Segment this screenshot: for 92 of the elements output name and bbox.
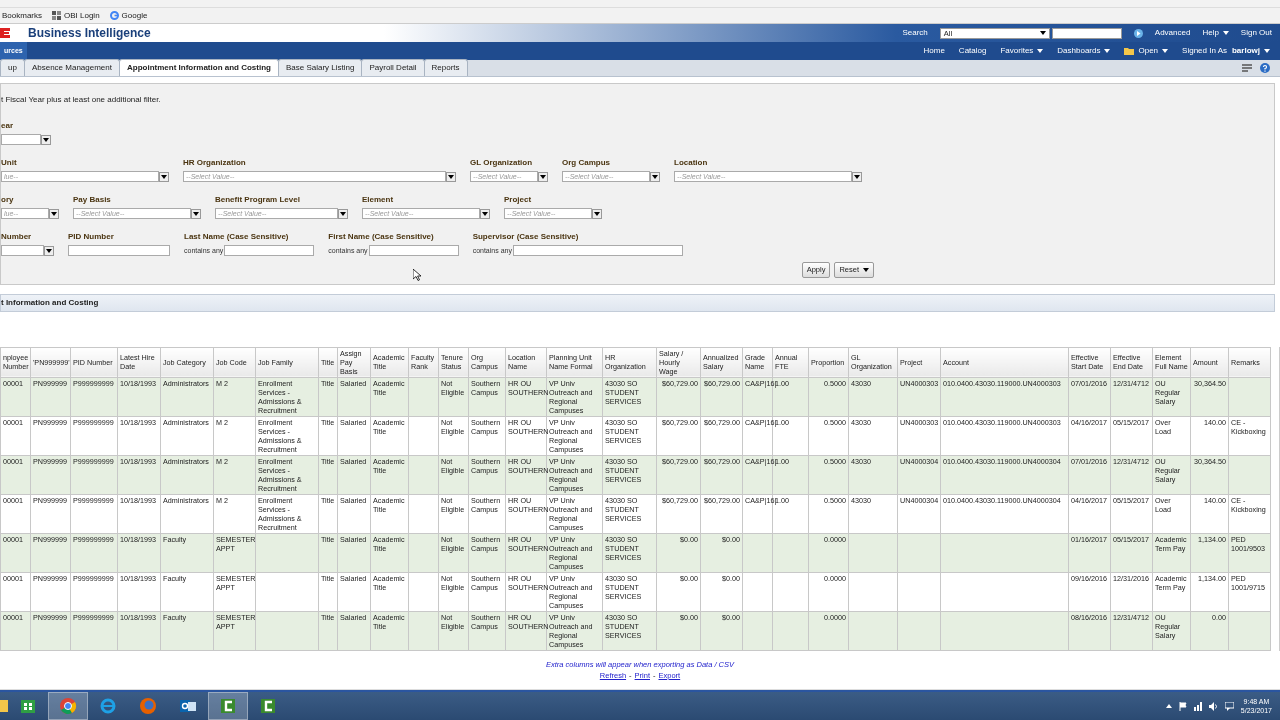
dropdown-button[interactable] <box>159 171 169 182</box>
firefox-icon <box>138 696 158 716</box>
cursor-icon <box>413 269 421 282</box>
recorder-icon <box>258 696 278 716</box>
nav-link[interactable]: Open <box>1124 45 1169 58</box>
browser-icon <box>98 696 118 716</box>
flag-icon <box>1178 701 1187 711</box>
dashboard-tab[interactable]: Absence Management <box>23 59 120 77</box>
header-link[interactable]: Help <box>1202 27 1229 40</box>
dropdown-button[interactable] <box>538 171 548 182</box>
app-title: Business Intelligence <box>28 25 151 43</box>
dropdown-button[interactable] <box>44 245 54 256</box>
caret-icon <box>652 174 658 179</box>
header-link[interactable]: Advanced <box>1154 27 1191 40</box>
filter-label: ear <box>1 120 14 133</box>
chrome-icon <box>58 696 78 716</box>
speaker-icon <box>1208 701 1218 711</box>
filter-label: Location <box>674 157 709 170</box>
nav-link[interactable]: Signed In As <box>1182 45 1227 58</box>
caret-icon <box>161 174 167 179</box>
nav-link[interactable]: Dashboards <box>1057 45 1111 58</box>
help-icon <box>1260 63 1270 74</box>
caret-icon <box>1264 49 1270 54</box>
caret-icon <box>854 174 860 179</box>
dropdown-button[interactable] <box>592 208 602 219</box>
dropdown-button[interactable] <box>446 171 456 182</box>
dropdown-button[interactable] <box>41 134 51 145</box>
bookmark-link[interactable]: OBI Login <box>64 9 100 22</box>
filter-label: PID Number <box>68 231 115 244</box>
grid-icon <box>52 11 61 21</box>
caret-icon <box>1039 31 1046 36</box>
dropdown-button[interactable] <box>191 208 201 219</box>
tray-arrow-icon <box>1165 704 1172 708</box>
filter-label: Pay Basis <box>73 194 112 207</box>
bookmark-link[interactable]: Google <box>121 9 148 22</box>
filter-label: Org Campus <box>562 157 611 170</box>
filter-label: Supervisor (Case Sensitive) <box>472 231 580 244</box>
filter-label: ory <box>1 194 15 207</box>
go-icon <box>1133 28 1143 38</box>
filter-label: Unit <box>1 157 18 170</box>
caret-icon <box>448 174 454 179</box>
dropdown-button[interactable] <box>480 208 490 219</box>
caret-icon <box>193 211 199 216</box>
dashboard-tab[interactable]: Reports <box>423 59 468 77</box>
header-link[interactable]: Sign Out <box>1240 27 1272 40</box>
dashboard-tab[interactable]: Base Salary Listing <box>277 59 363 77</box>
search-field[interactable] <box>1051 27 1122 39</box>
search-label: Search <box>902 27 928 40</box>
nav-link[interactable]: Favorites <box>1000 45 1044 58</box>
filter-label: HR Organization <box>183 157 247 170</box>
network-icon <box>1193 701 1202 711</box>
select-field[interactable] <box>1 245 44 257</box>
caret-icon <box>594 211 600 216</box>
chat-icon <box>1224 701 1234 711</box>
list-icon <box>1242 63 1252 73</box>
google-icon <box>109 11 119 21</box>
dropdown-button[interactable] <box>49 208 59 219</box>
bookmark-link[interactable]: Bookmarks <box>2 9 42 22</box>
folder-icon <box>0 698 8 714</box>
dashboard-tab[interactable]: Payroll Detail <box>361 59 425 77</box>
caret-icon <box>46 248 52 253</box>
caret-icon <box>340 211 346 216</box>
caret-icon <box>43 137 49 142</box>
caret-icon <box>540 174 546 179</box>
nav-link[interactable]: Catalog <box>958 45 987 58</box>
dropdown-button[interactable] <box>852 171 862 182</box>
dropdown-button[interactable] <box>650 171 660 182</box>
filter-label: Element <box>362 194 395 207</box>
user-menu[interactable]: barlowj <box>1232 45 1270 58</box>
recorder-icon <box>218 696 238 716</box>
dashboard-tab[interactable]: up <box>0 59 25 77</box>
caret-icon <box>482 211 488 216</box>
input-field[interactable] <box>368 245 459 257</box>
caret-icon <box>51 211 57 216</box>
dashboard-tab[interactable]: Appointment Information and Costing <box>118 59 279 77</box>
filter-label: Last Name (Case Sensitive) <box>184 231 290 244</box>
input-field[interactable] <box>68 245 170 257</box>
input-field[interactable] <box>512 245 683 257</box>
select-field[interactable] <box>1 134 41 146</box>
section-header: t Information and Costing <box>0 293 1275 312</box>
nav-link[interactable]: Home <box>923 45 945 58</box>
logo-icon <box>0 28 10 39</box>
input-field[interactable] <box>224 245 315 257</box>
folder-icon <box>1124 47 1135 56</box>
filter-label: GL Organization <box>470 157 534 170</box>
dropdown-button[interactable] <box>338 208 348 219</box>
filter-label: First Name (Case Sensitive) <box>328 231 435 244</box>
filter-label: Project <box>504 194 533 207</box>
filter-label: Benefit Program Level <box>215 194 301 207</box>
filter-label: Number <box>1 231 33 244</box>
taskbar-button[interactable] <box>208 692 248 720</box>
instruction-text: t Fiscal Year plus at least one additional filter. <box>1 94 162 107</box>
